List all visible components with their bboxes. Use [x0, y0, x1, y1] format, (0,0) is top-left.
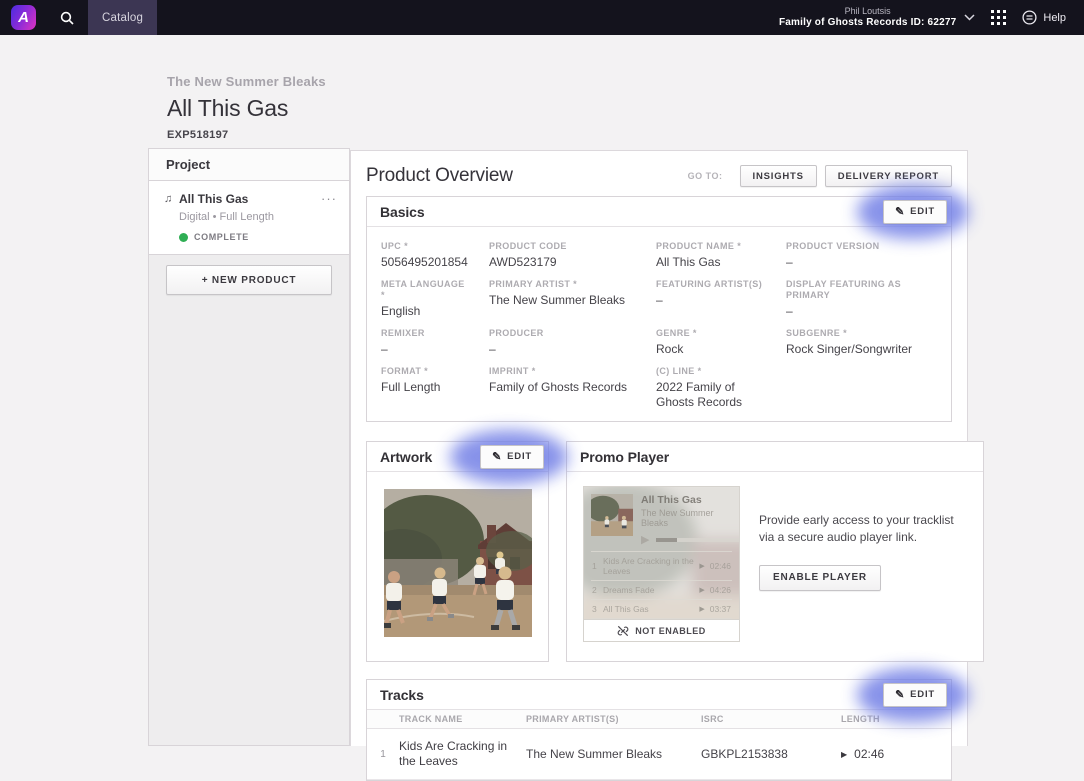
play-icon: ▶	[699, 562, 704, 570]
product-code: EXP518197	[167, 129, 326, 141]
section-title-product-overview: Product Overview	[366, 165, 688, 187]
preview-album-thumbnail	[591, 494, 633, 536]
preview-artist: The New Summer Bleaks	[641, 508, 740, 528]
status-label: COMPLETE	[194, 232, 249, 242]
field-genre: GENRE *Rock	[656, 328, 786, 357]
top-navigation-bar: A Catalog Phil Loutsis Family of Ghosts …	[0, 0, 1084, 35]
track-number: 1	[367, 749, 399, 760]
field-format: FORMAT *Full Length	[381, 366, 489, 410]
field-product-name: PRODUCT NAME *All This Gas	[656, 241, 786, 270]
field-imprint: IMPRINT *Family of Ghosts Records	[489, 366, 656, 410]
magnifier-glyph	[60, 11, 74, 25]
pencil-icon: ✎	[895, 205, 905, 218]
preview-album-title: All This Gas	[641, 494, 740, 506]
help-chat-icon	[1022, 10, 1037, 25]
track-length: 02:46	[854, 747, 884, 761]
sidebar-title: Project	[149, 149, 349, 181]
basics-title: Basics	[380, 204, 883, 220]
enable-player-button[interactable]: ENABLE PLAYER	[759, 565, 881, 591]
pencil-icon: ✎	[492, 450, 502, 463]
user-account-menu[interactable]: Phil Loutsis Family of Ghosts Records ID…	[779, 6, 956, 29]
edit-label: EDIT	[507, 451, 532, 462]
promo-description: Provide early access to your tracklist v…	[759, 512, 967, 547]
status-dot-icon	[179, 233, 188, 242]
sidebar-product-name: All This Gas	[179, 192, 321, 206]
basics-card: Basics ✎ EDIT UPC *5056495201854 PRODUCT…	[366, 196, 952, 422]
help-button[interactable]: Help	[1022, 10, 1066, 25]
user-account-label: Family of Ghosts Records ID: 62277	[779, 17, 956, 29]
user-name: Phil Loutsis	[779, 6, 956, 17]
chevron-down-icon[interactable]	[964, 14, 975, 21]
promo-player-card: Promo Player	[566, 441, 984, 662]
preview-track-row: 3 All This Gas ▶ 03:37	[591, 599, 732, 618]
sidebar-item-product[interactable]: ♫ All This Gas ··· Digital • Full Length…	[149, 181, 349, 255]
field-product-code: PRODUCT CODEAWD523179	[489, 241, 656, 270]
column-track-name: TRACK NAME	[399, 714, 526, 724]
sidebar-footer: + NEW PRODUCT	[149, 255, 349, 305]
tracks-title: Tracks	[380, 687, 883, 703]
insights-button[interactable]: INSIGHTS	[740, 165, 817, 187]
apps-grid-icon[interactable]	[991, 10, 1006, 25]
new-product-button[interactable]: + NEW PRODUCT	[166, 265, 332, 295]
header-artist-name: The New Summer Bleaks	[167, 74, 326, 89]
album-artwork-image	[384, 489, 532, 637]
track-table-row[interactable]: 1 Kids Are Cracking in the Leaves The Ne…	[367, 729, 951, 780]
track-artist: The New Summer Bleaks	[526, 747, 701, 761]
field-meta-language: META LANGUAGE *English	[381, 279, 489, 319]
awal-logo[interactable]: A	[11, 5, 36, 30]
tracks-card: Tracks ✎ EDIT TRACK NAME PRIMARY ARTIST(…	[366, 679, 952, 781]
delivery-report-button[interactable]: DELIVERY REPORT	[825, 165, 952, 187]
preview-progress-fill	[656, 538, 676, 542]
field-producer: PRODUCER–	[489, 328, 656, 357]
basics-fields: UPC *5056495201854 PRODUCT CODEAWD523179…	[367, 227, 951, 421]
field-product-version: PRODUCT VERSION–	[786, 241, 951, 270]
tab-catalog[interactable]: Catalog	[88, 0, 157, 35]
music-note-icon: ♫	[164, 193, 179, 205]
promo-player-preview: All This Gas The New Summer Bleaks ▶ 1	[583, 486, 740, 642]
tracks-edit-button[interactable]: ✎ EDIT	[883, 683, 947, 707]
preview-track-row: 1 Kids Are Cracking in the Leaves ▶ 02:4…	[591, 551, 732, 580]
sidebar-product-subtitle: Digital • Full Length	[179, 211, 337, 223]
field-c-line: (C) LINE *2022 Family of Ghosts Records	[656, 366, 781, 410]
edit-label: EDIT	[910, 206, 935, 217]
track-name: Kids Are Cracking in the Leaves	[399, 739, 526, 769]
edit-label: EDIT	[910, 689, 935, 700]
search-icon[interactable]	[54, 0, 80, 35]
field-upc: UPC *5056495201854	[381, 241, 489, 270]
field-remixer: REMIXER–	[381, 328, 489, 357]
project-sidebar: Project ♫ All This Gas ··· Digital • Ful…	[148, 148, 350, 746]
play-icon: ▶	[699, 605, 704, 613]
page-title: All This Gas	[167, 95, 326, 122]
pencil-icon: ✎	[895, 688, 905, 701]
column-isrc: ISRC	[701, 714, 841, 724]
preview-play-icon: ▶	[641, 535, 649, 545]
tracks-table-header: TRACK NAME PRIMARY ARTIST(S) ISRC LENGTH	[367, 710, 951, 729]
play-icon: ▶	[699, 586, 704, 594]
field-subgenre: SUBGENRE *Rock Singer/Songwriter	[786, 328, 951, 357]
artwork-card: Artwork ✎ EDIT	[366, 441, 549, 662]
status-badge: COMPLETE	[179, 232, 337, 242]
page-header: The New Summer Bleaks All This Gas EXP51…	[167, 74, 326, 141]
link-off-icon	[617, 625, 629, 637]
main-content-panel: Product Overview GO TO: INSIGHTS DELIVER…	[350, 150, 968, 746]
preview-track-row: 2 Dreams Fade ▶ 04:26	[591, 580, 732, 599]
goto-label: GO TO:	[688, 171, 723, 181]
play-icon[interactable]: ▶	[841, 750, 847, 759]
artwork-edit-button[interactable]: ✎ EDIT	[480, 445, 544, 469]
overflow-menu-icon[interactable]: ···	[321, 196, 337, 202]
preview-progress-bar	[656, 538, 740, 542]
field-display-featuring: DISPLAY FEATURING AS PRIMARY–	[786, 279, 951, 319]
promo-player-title: Promo Player	[580, 449, 979, 465]
field-primary-artist: PRIMARY ARTIST *The New Summer Bleaks	[489, 279, 656, 319]
promo-status-bar: NOT ENABLED	[584, 619, 739, 641]
basics-edit-button[interactable]: ✎ EDIT	[883, 200, 947, 224]
promo-status-label: NOT ENABLED	[635, 626, 706, 636]
field-featuring-artists: FEATURING ARTIST(S)–	[656, 279, 786, 319]
track-isrc: GBKPL2153838	[701, 747, 841, 761]
help-label: Help	[1043, 12, 1066, 24]
column-primary-artists: PRIMARY ARTIST(S)	[526, 714, 701, 724]
